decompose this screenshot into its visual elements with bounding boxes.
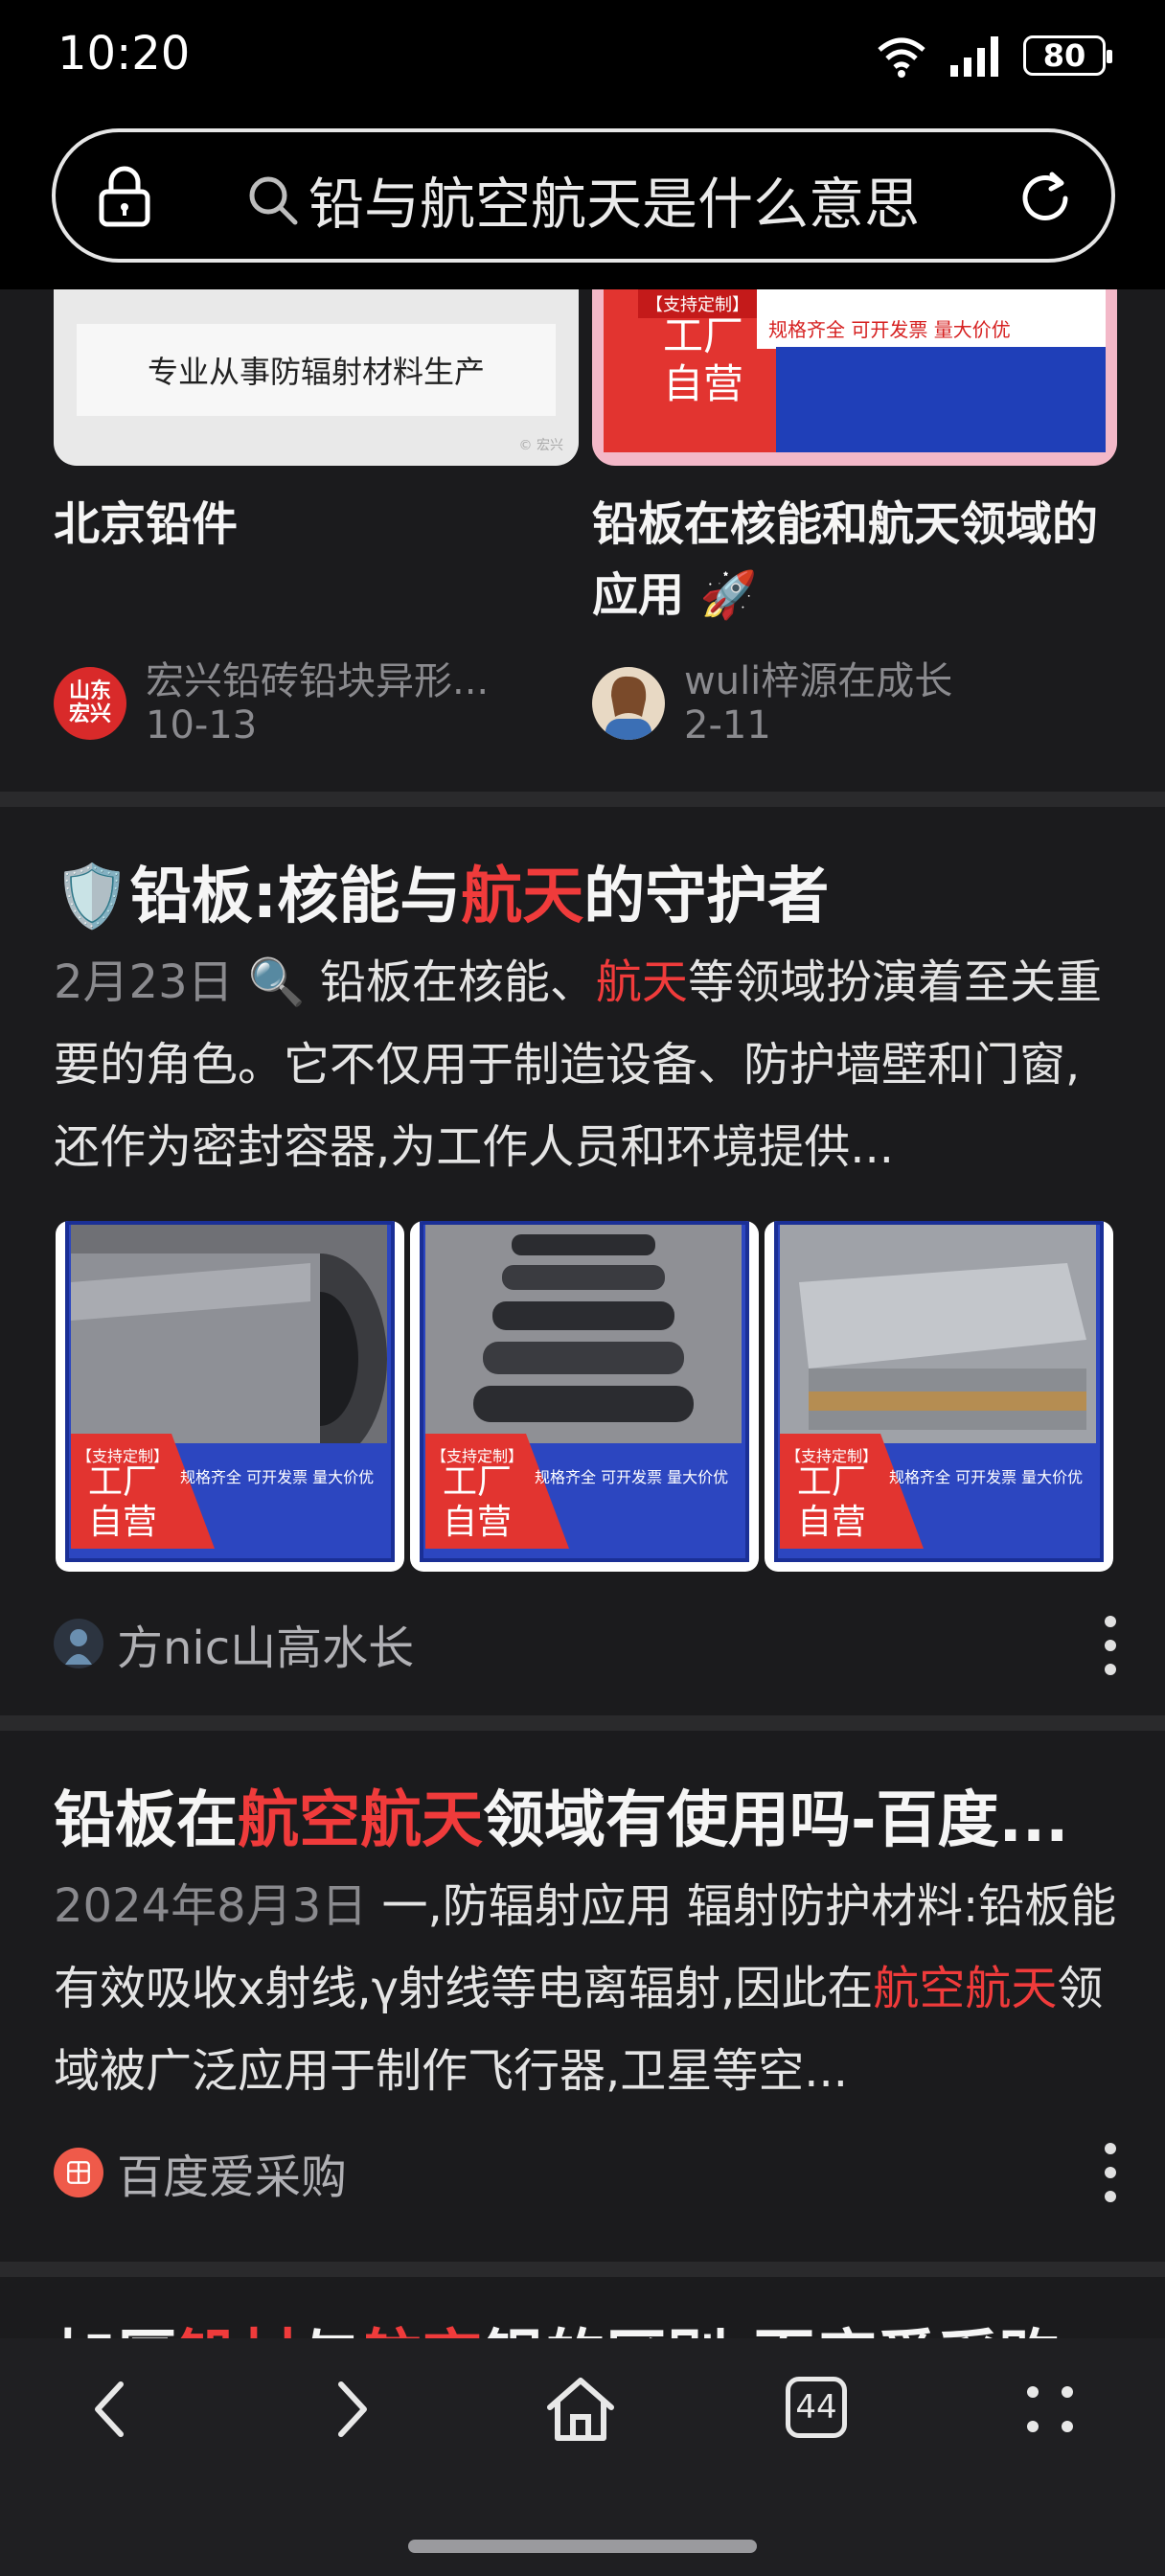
- divider: [0, 2262, 1165, 2277]
- lock-icon[interactable]: [94, 165, 155, 228]
- search-bar[interactable]: 铅与航空航天是什么意思: [52, 128, 1115, 263]
- result-image-row[interactable]: 【支持定制】 工厂自营 规格齐全 可开发票 量大价优 【支持定制】 工厂自营 规…: [56, 1221, 1113, 1572]
- ad-big-text: 工厂自营: [663, 312, 744, 407]
- grid-left-date: 10-13: [146, 703, 258, 748]
- status-time: 10:20: [57, 27, 191, 80]
- status-icons: 80: [874, 33, 1112, 79]
- gesture-home-bar[interactable]: [408, 2540, 757, 2553]
- grid-left-thumbnail[interactable]: 专业从事防辐射材料生产 © 宏兴: [54, 289, 579, 466]
- baidu-aicaigou-icon: [54, 2148, 103, 2197]
- battery-level: 80: [1042, 37, 1086, 74]
- bottom-navigation: 44: [0, 2338, 1165, 2576]
- grid-right-thumbnail[interactable]: 规格齐全 可开发票 量大价优 【支持定制】 工厂自营: [592, 289, 1117, 466]
- more-options-icon[interactable]: [1104, 2143, 1117, 2202]
- grid-right-date: 2-11: [684, 703, 771, 748]
- source-avatar: [54, 1619, 103, 1668]
- ad-banner: 规格齐全 可开发票 量大价优 【支持定制】 工厂自营: [604, 289, 1106, 452]
- divider: [0, 792, 1165, 807]
- refresh-icon[interactable]: [1014, 167, 1077, 230]
- menu-grid-icon[interactable]: [1012, 2371, 1088, 2448]
- result-title[interactable]: 加厚铅材与航空铝的区别-百度爱采购: [54, 2310, 1061, 2338]
- tabs-button[interactable]: 44: [786, 2377, 847, 2438]
- result-image[interactable]: 【支持定制】 工厂自营 规格齐全 可开发票 量大价优: [410, 1221, 759, 1572]
- results-feed[interactable]: 专业从事防辐射材料生产 © 宏兴 规格齐全 可开发票 量大价优 【支持定制】 工…: [0, 289, 1165, 2338]
- search-icon: [249, 176, 298, 225]
- grid-right-author[interactable]: wuli梓源在成长: [684, 650, 952, 705]
- search-input[interactable]: 铅与航空航天是什么意思: [308, 159, 920, 240]
- grid-left-author[interactable]: 宏兴铅砖铅块异形...: [146, 650, 489, 705]
- result-snippet[interactable]: 2024年8月3日 一,防辐射应用 辐射防护材料:铅板能有效吸收x射线,γ射线等…: [54, 1865, 1117, 2114]
- result-date: 2月23日: [54, 955, 234, 1009]
- result-date: 2024年8月3日: [54, 1879, 368, 1933]
- result-card-2[interactable]: 铅板在航空航天领域有使用吗-百度... 2024年8月3日 一,防辐射应用 辐射…: [0, 1731, 1165, 2277]
- home-icon[interactable]: [542, 2371, 619, 2448]
- user-avatar-icon: [605, 676, 651, 740]
- result-snippet[interactable]: 2月23日 🔍 铅板在核能、航天等领域扮演着至关重要的角色。它不仅用于制造设备、…: [54, 941, 1117, 1190]
- tabs-count: 44: [795, 2388, 837, 2426]
- grid-left-title[interactable]: 北京铅件: [54, 489, 571, 560]
- back-icon[interactable]: [75, 2371, 151, 2448]
- more-options-icon[interactable]: [1104, 1616, 1117, 1675]
- avatar[interactable]: 山东宏兴: [54, 667, 126, 740]
- divider: [0, 1715, 1165, 1731]
- result-source[interactable]: 百度爱采购: [54, 2139, 347, 2206]
- signal-icon: [950, 36, 998, 77]
- battery-icon: 80: [1023, 35, 1112, 76]
- forward-icon[interactable]: [310, 2371, 387, 2448]
- avatar-text: 山东宏兴: [68, 679, 111, 726]
- watermark: © 宏兴: [518, 438, 563, 453]
- person-icon: [65, 1629, 92, 1665]
- shield-icon: 🛡️: [54, 862, 130, 932]
- grid-left-caption: 专业从事防辐射材料生产: [77, 324, 556, 416]
- source-name: 百度爱采购: [117, 2150, 348, 2204]
- ad-spec: 规格齐全 可开发票 量大价优: [768, 318, 1011, 341]
- top-header: 10:20 80 铅与航空航天是什么意思: [0, 0, 1165, 289]
- grid-right-title[interactable]: 铅板在核能和航天领域的应用 🚀: [592, 489, 1129, 631]
- result-image[interactable]: 【支持定制】 工厂自营 规格齐全 可开发票 量大价优: [56, 1221, 404, 1572]
- source-name: 方nic山高水长: [117, 1622, 415, 1675]
- wifi-icon: [878, 37, 925, 78]
- image-grid-card: 专业从事防辐射材料生产 © 宏兴 规格齐全 可开发票 量大价优 【支持定制】 工…: [0, 289, 1165, 795]
- result-card-3[interactable]: 加厚铅材与航空铝的区别-百度爱采购: [0, 2277, 1165, 2338]
- result-image[interactable]: 【支持定制】 工厂自营 规格齐全 可开发票 量大价优: [765, 1221, 1113, 1572]
- result-title[interactable]: 🛡️铅板:核能与航天的守护者: [54, 847, 829, 935]
- result-source[interactable]: 方nic山高水长: [54, 1610, 414, 1677]
- avatar[interactable]: [592, 667, 665, 740]
- result-title[interactable]: 铅板在航空航天领域有使用吗-百度...: [54, 1771, 1117, 1859]
